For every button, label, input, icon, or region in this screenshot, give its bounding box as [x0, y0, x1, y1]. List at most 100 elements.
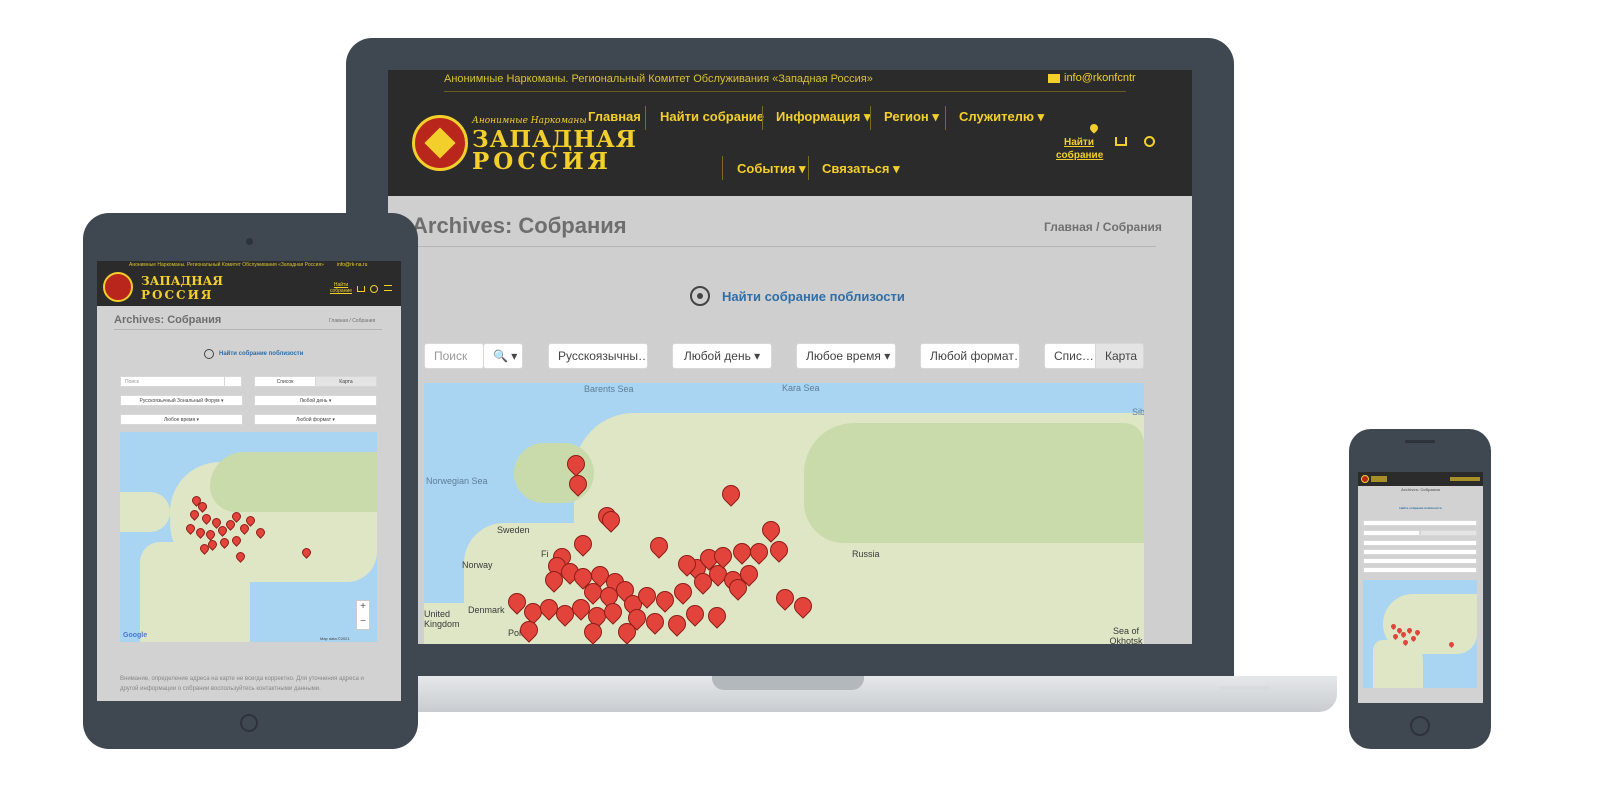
map-label: Sweden	[497, 525, 530, 535]
meetings-map[interactable]: Barents Sea Kara Sea Norwegian Sea Swede…	[424, 383, 1144, 644]
find-meeting-link[interactable]: Найти собрание	[1056, 136, 1103, 162]
tablet-topbar-text: Анонимные Наркоманы. Региональный Комите…	[129, 262, 324, 268]
topbar-divider	[444, 91, 1126, 92]
map-attribution: Map data ©2021	[320, 636, 350, 641]
nav-home[interactable]: Главная	[588, 109, 641, 124]
nav-events[interactable]: События ▾	[737, 161, 806, 177]
tablet-home-button	[240, 714, 258, 732]
google-logo: Google	[123, 632, 148, 639]
menu-icon[interactable]	[384, 285, 392, 291]
logo-emblem-icon[interactable]	[103, 272, 133, 302]
tablet-list-tab[interactable]: Список	[254, 376, 316, 387]
map-label: Fi	[541, 549, 549, 559]
nav-contact[interactable]: Связаться ▾	[822, 161, 900, 177]
map-label: Norway	[462, 560, 493, 570]
phone-search-input[interactable]	[1363, 520, 1477, 526]
map-forest-area	[804, 423, 1144, 543]
tablet-map-tab[interactable]: Карта	[315, 376, 377, 387]
search-input[interactable]: Поиск	[424, 343, 484, 369]
laptop-base	[392, 676, 1337, 712]
topbar-text: Анонимные Наркоманы. Региональный Комите…	[444, 73, 873, 85]
find-nearby-link[interactable]: Найти собрание поблизости	[722, 289, 905, 304]
nav-divider	[945, 106, 946, 130]
title-divider	[412, 246, 1156, 247]
logo-title-line2[interactable]: РОССИЯ	[472, 148, 612, 175]
tablet-time-filter[interactable]: Любое время ▾	[120, 414, 243, 425]
nav-divider	[808, 156, 809, 180]
search-icon[interactable]	[1144, 136, 1155, 147]
crosshair-icon[interactable]	[690, 286, 710, 306]
mail-icon	[1048, 74, 1060, 83]
tablet-search-button[interactable]	[224, 376, 242, 387]
site-header: Анонимные Наркоманы. Региональный Комите…	[388, 70, 1192, 196]
map-forest-area	[210, 452, 377, 512]
tablet-notice-text: Внимание, определение адреса на карте не…	[120, 676, 364, 692]
map-pin-icon	[1088, 122, 1100, 134]
phone-meetings-map[interactable]	[1363, 580, 1477, 688]
tablet-screen: Анонимные Наркоманы. Региональный Комите…	[97, 261, 401, 701]
map-label: Sib	[1132, 407, 1144, 417]
phone-home-button	[1410, 716, 1430, 736]
tablet-region-filter[interactable]: Русскоязычный Зональный Форум ▾	[120, 395, 243, 406]
tablet-search-input[interactable]: Поиск	[120, 376, 225, 387]
tablet-breadcrumb[interactable]: Главная / Собрания	[329, 318, 375, 324]
breadcrumb[interactable]: Главная / Собрания	[1044, 220, 1162, 234]
list-view-tab[interactable]: Спис…	[1044, 343, 1096, 369]
search-button[interactable]: 🔍 ▾	[483, 343, 523, 369]
tablet-format-filter[interactable]: Любой формат ▾	[254, 414, 377, 425]
phone-logo-text[interactable]	[1371, 476, 1387, 482]
nav-region[interactable]: Регион ▾	[884, 109, 939, 125]
phone-page-title: Archives: Собрания	[1400, 487, 1441, 492]
map-label: Sea of Okhotsk	[1109, 626, 1143, 644]
phone-find-nearby-link[interactable]: Найти собрание поблизости	[1358, 506, 1483, 510]
laptop-screen: Анонимные Наркоманы. Региональный Комите…	[388, 70, 1192, 644]
tablet-topbar-email[interactable]: info@rk-na.ru	[337, 262, 367, 268]
day-filter[interactable]: Любой день ▾	[672, 343, 772, 369]
map-label: United Kingdom	[424, 609, 460, 629]
phone-list-tab[interactable]	[1363, 530, 1420, 536]
nav-information[interactable]: Информация ▾	[776, 109, 871, 125]
crosshair-icon[interactable]	[204, 349, 214, 359]
phone-time-filter[interactable]	[1363, 558, 1477, 564]
phone-header-icons[interactable]	[1450, 477, 1480, 481]
logo-subtitle: Анонимные Наркоманы	[472, 116, 587, 126]
nav-find-meeting[interactable]: Найти собрание	[660, 109, 764, 124]
phone-header	[1358, 472, 1483, 486]
phone-day-filter[interactable]	[1363, 549, 1477, 555]
phone-region-filter[interactable]	[1363, 540, 1477, 546]
nav-servant[interactable]: Служителю ▾	[959, 109, 1044, 125]
cart-icon[interactable]	[357, 286, 365, 292]
nav-divider	[762, 106, 763, 130]
map-label: Russia	[852, 549, 880, 559]
map-kola	[514, 443, 594, 503]
tablet-meetings-map[interactable]: + − Google Map data ©2021	[120, 432, 377, 642]
zoom-out-button[interactable]: −	[356, 615, 370, 629]
logo-emblem-icon[interactable]	[1361, 475, 1369, 483]
tablet-logo-line2[interactable]: РОССИЯ	[141, 288, 214, 302]
map-view-tab[interactable]: Карта	[1095, 343, 1144, 369]
topbar-email[interactable]: info@rkonfcntr	[1064, 72, 1136, 84]
tablet-find-meeting-link[interactable]: Найти собрание	[329, 282, 353, 294]
logo-emblem-icon[interactable]	[412, 115, 468, 171]
nav-divider	[645, 106, 646, 130]
tablet-logo-line1[interactable]: ЗАПАДНАЯ	[141, 274, 223, 288]
map-label: Barents Sea	[584, 384, 634, 394]
map-africa-europe	[140, 542, 250, 642]
cart-icon[interactable]	[1115, 137, 1127, 146]
page-title: Archives: Собрания	[412, 213, 627, 238]
phone-speaker	[1405, 440, 1435, 443]
zoom-in-button[interactable]: +	[356, 600, 370, 614]
tablet-day-filter[interactable]: Любой день ▾	[254, 395, 377, 406]
nav-divider	[722, 156, 723, 180]
time-filter[interactable]: Любое время ▾	[796, 343, 896, 369]
search-icon[interactable]	[370, 285, 378, 293]
nav-divider	[870, 106, 871, 130]
region-filter[interactable]: Русскоязычны…	[548, 343, 648, 369]
tablet-camera	[246, 238, 253, 245]
laptop-notch	[712, 676, 864, 690]
phone-map-tab[interactable]	[1420, 530, 1477, 536]
format-filter[interactable]: Любой формат…	[920, 343, 1020, 369]
tablet-find-nearby-link[interactable]: Найти собрание поблизости	[219, 351, 303, 357]
phone-format-filter[interactable]	[1363, 567, 1477, 573]
tablet-header: Анонимные Наркоманы. Региональный Комите…	[97, 261, 401, 306]
